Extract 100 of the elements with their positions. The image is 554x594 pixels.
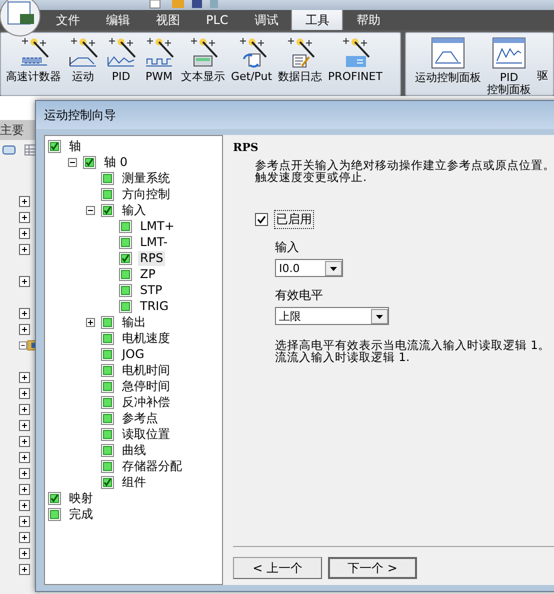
status-checkbox[interactable] — [119, 236, 132, 248]
ribbon-button[interactable]: PROFINET — [325, 33, 386, 83]
menu-tab[interactable]: 工具 — [291, 9, 344, 30]
status-checkbox[interactable] — [48, 492, 61, 504]
expand-icon[interactable] — [19, 452, 30, 462]
field-label: 有效电平 — [275, 287, 324, 304]
status-checkbox[interactable] — [83, 156, 96, 168]
collapse-icon[interactable] — [68, 158, 77, 166]
status-checkbox[interactable] — [101, 172, 114, 184]
status-checkbox[interactable] — [48, 508, 61, 520]
status-checkbox[interactable] — [101, 188, 114, 200]
status-checkbox[interactable] — [101, 444, 114, 456]
dialog-title: 运动控制向导 — [36, 101, 554, 129]
expand-icon[interactable] — [19, 212, 30, 222]
ribbon-button[interactable]: 数据日志 — [275, 33, 326, 83]
tree-item[interactable]: JOG — [120, 346, 146, 362]
expand-icon[interactable] — [19, 372, 30, 382]
expand-icon[interactable] — [19, 276, 30, 286]
menu-tab[interactable]: 编辑 — [93, 10, 143, 30]
tree-item[interactable]: 曲线 — [120, 442, 148, 458]
tree-item[interactable]: ZP — [138, 266, 158, 282]
menu-tab[interactable]: PLC — [193, 10, 242, 30]
collapse-icon[interactable] — [19, 340, 27, 350]
expand-icon[interactable] — [19, 308, 30, 318]
expand-icon[interactable] — [19, 404, 30, 414]
expand-icon[interactable] — [19, 244, 30, 254]
expand-icon[interactable] — [19, 468, 30, 478]
status-checkbox[interactable] — [101, 460, 114, 472]
checkbox-label[interactable]: 已启用 — [274, 210, 314, 229]
status-checkbox[interactable] — [119, 284, 132, 296]
menu-tab[interactable]: 视图 — [143, 10, 193, 30]
menu-tab[interactable]: 文件 — [43, 10, 93, 30]
expand-icon[interactable] — [19, 436, 30, 446]
checkbox[interactable] — [255, 213, 268, 226]
ribbon-button[interactable]: PWM — [140, 33, 178, 83]
ribbon-button[interactable]: 文本显示 — [178, 33, 228, 83]
dropdown[interactable]: 上限 — [275, 307, 389, 325]
tree-item[interactable]: TRIG — [138, 298, 171, 314]
expand-icon[interactable] — [19, 196, 30, 206]
ribbon-button[interactable]: PID — [102, 33, 140, 83]
status-checkbox[interactable] — [101, 396, 114, 408]
status-checkbox[interactable] — [101, 316, 114, 328]
view-icon[interactable] — [2, 144, 16, 156]
tree-item[interactable]: 轴 — [67, 138, 83, 154]
tree-item[interactable]: 电机时间 — [120, 362, 172, 378]
tree-item[interactable]: LMT+ — [138, 218, 176, 234]
status-checkbox[interactable] — [48, 140, 61, 152]
expand-icon[interactable] — [19, 564, 30, 574]
tree-item[interactable]: 轴 0 — [102, 154, 130, 170]
tree-item[interactable]: 完成 — [67, 506, 95, 522]
expand-icon[interactable] — [19, 228, 30, 238]
tree-item[interactable]: STP — [138, 282, 164, 298]
status-checkbox[interactable] — [119, 268, 132, 280]
tree-item[interactable]: 存储器分配 — [120, 458, 184, 474]
tree-item[interactable]: 读取位置 — [120, 426, 172, 442]
tree-item[interactable]: 参考点 — [120, 410, 160, 426]
tree-item[interactable]: 电机速度 — [120, 330, 172, 346]
menu-tab[interactable]: 调试 — [241, 10, 292, 30]
status-checkbox[interactable] — [101, 364, 114, 376]
tree-item[interactable]: 急停时间 — [120, 378, 172, 394]
expand-icon[interactable] — [19, 532, 30, 542]
expand-icon[interactable] — [19, 548, 30, 558]
back-button[interactable]: < 上一个 — [233, 557, 322, 579]
ribbon-button[interactable]: 驱 — [534, 33, 551, 82]
menu-tab[interactable]: 帮助 — [343, 10, 394, 30]
tree-item[interactable]: 组件 — [120, 474, 148, 490]
tree-item[interactable]: 测量系统 — [120, 170, 172, 186]
expand-icon[interactable] — [19, 324, 30, 334]
status-checkbox[interactable] — [119, 300, 132, 312]
expand-icon[interactable] — [19, 516, 30, 526]
status-checkbox[interactable] — [101, 412, 114, 424]
status-checkbox[interactable] — [119, 252, 132, 264]
status-checkbox[interactable] — [119, 220, 132, 232]
status-checkbox[interactable] — [101, 380, 114, 392]
status-checkbox[interactable] — [101, 476, 114, 488]
expand-icon[interactable] — [19, 500, 30, 510]
expand-icon[interactable] — [86, 318, 95, 326]
ribbon-button[interactable]: 运动 — [64, 33, 102, 83]
tree-item[interactable]: 输入 — [120, 202, 148, 218]
dropdown[interactable]: I0.0 — [275, 259, 343, 277]
status-checkbox[interactable] — [101, 428, 114, 440]
status-checkbox[interactable] — [101, 204, 114, 216]
tree-item[interactable]: 输出 — [120, 314, 148, 330]
tree-item[interactable]: LMT- — [138, 234, 170, 250]
expand-icon[interactable] — [19, 484, 30, 494]
page-heading: RPS — [233, 141, 260, 154]
ribbon-button[interactable]: Get/Put — [228, 33, 276, 83]
tree-item[interactable]: 方向控制 — [120, 186, 172, 202]
status-checkbox[interactable] — [101, 348, 114, 360]
tree-item[interactable]: 反冲补偿 — [120, 394, 172, 410]
expand-icon[interactable] — [19, 420, 30, 430]
next-button[interactable]: 下一个 > — [328, 557, 417, 579]
tree-item[interactable]: 映射 — [67, 490, 95, 506]
tree-item[interactable]: RPS — [138, 250, 166, 266]
ribbon-button[interactable]: 高速计数器 — [3, 33, 64, 83]
ribbon-button[interactable]: 运动控制面板 — [412, 33, 484, 84]
collapse-icon[interactable] — [86, 206, 95, 214]
ribbon-button[interactable]: PID 控制面板 — [484, 33, 534, 96]
expand-icon[interactable] — [19, 388, 30, 398]
status-checkbox[interactable] — [101, 332, 114, 344]
